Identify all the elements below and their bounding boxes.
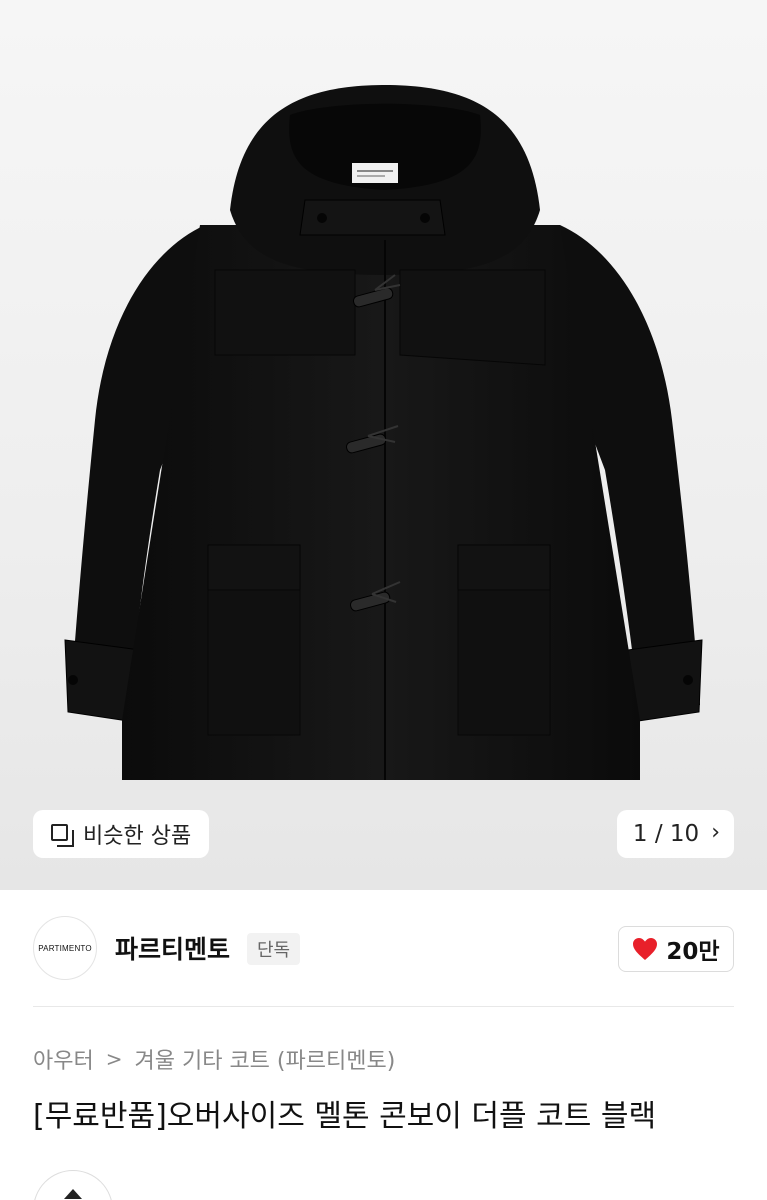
like-button[interactable]: 20만 xyxy=(618,926,734,972)
heart-icon xyxy=(633,938,658,960)
similar-items-button[interactable]: 비슷한 상품 xyxy=(33,810,210,858)
product-title: [무료반품]오버사이즈 멜톤 콘보이 더플 코트 블랙 xyxy=(33,1099,657,1134)
exclusive-badge: 단독 xyxy=(247,933,301,965)
scroll-top-button[interactable] xyxy=(33,1170,113,1200)
coat-illustration xyxy=(64,85,703,780)
breadcrumb: 아우터 > 겨울 기타 코트 (파르티멘토) xyxy=(33,1043,395,1075)
similar-items-icon xyxy=(49,821,75,847)
like-count: 20만 xyxy=(666,939,720,965)
image-counter-button[interactable]: 1 / 10 › xyxy=(616,810,734,858)
product-image[interactable]: 비슷한 상품 1 / 10 › xyxy=(0,0,767,890)
brand-logo-text: PARTIMENTO xyxy=(38,943,92,953)
breadcrumb-winter-coat[interactable]: 겨울 기타 코트 (파르티멘토) xyxy=(135,1043,396,1075)
chevron-right-icon: > xyxy=(105,1047,123,1071)
chevron-right-icon: › xyxy=(711,820,720,845)
divider xyxy=(33,1006,734,1007)
brand-logo[interactable]: PARTIMENTO xyxy=(33,916,97,980)
breadcrumb-outerwear[interactable]: 아우터 xyxy=(33,1043,94,1075)
image-counter-text: 1 / 10 xyxy=(632,821,700,847)
similar-items-label: 비슷한 상품 xyxy=(83,824,192,849)
arrow-up-icon xyxy=(64,1189,82,1199)
brand-name-link[interactable]: 파르티멘토 xyxy=(115,930,230,966)
brand-row: PARTIMENTO 파르티멘토 단독 20만 xyxy=(33,916,734,980)
